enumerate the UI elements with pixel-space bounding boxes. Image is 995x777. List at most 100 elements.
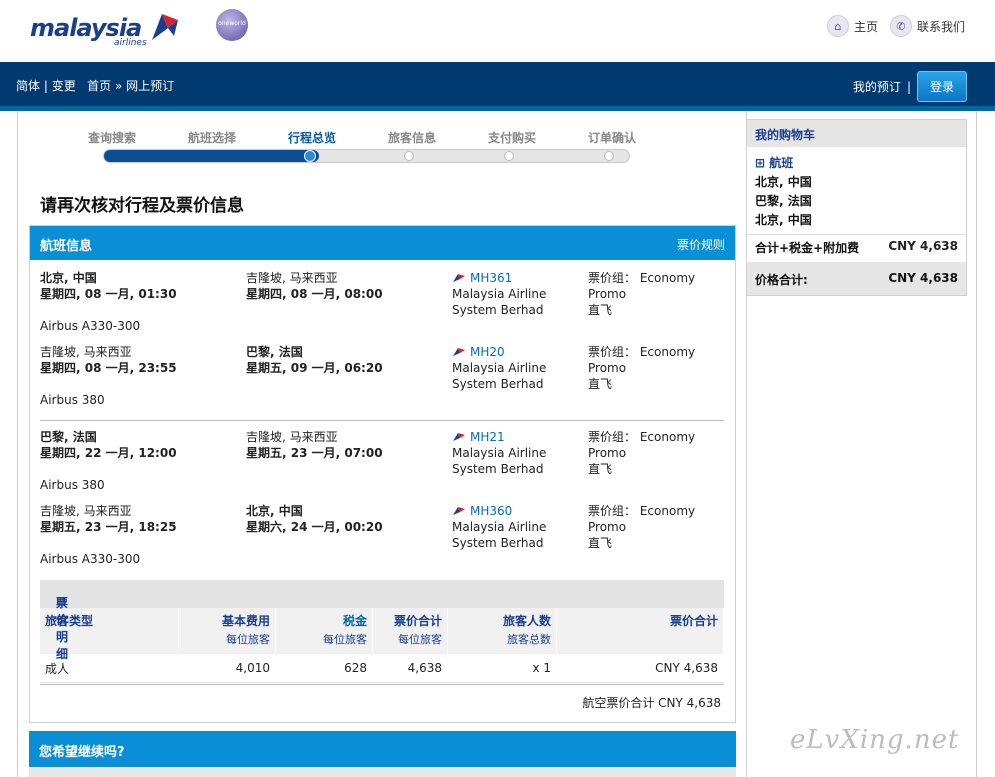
contact-link-label: 联系我们 (916, 19, 965, 34)
flight-info-panel: 航班信息 票价规则 北京, 中国 星期四, 08 一月, 01:30 吉隆坡, … (29, 225, 736, 723)
cart-city: 北京, 中国 (755, 213, 812, 227)
cart-city: 北京, 中国 (755, 175, 812, 189)
direct-flight-label: 直飞 (588, 462, 613, 476)
oneworld-text: oneworld (218, 20, 246, 27)
flight-info-title: 航班信息 (40, 239, 93, 254)
tax-link[interactable]: 税金 (343, 614, 367, 628)
table-row: 成人 4,010 628 4,638 x 1 CNY 4,638 (40, 654, 724, 683)
segment-departure: 北京, 中国 星期四, 08 一月, 01:30 (40, 270, 177, 302)
malaysia-airlines-logo[interactable]: malaysia airlines (30, 10, 182, 50)
cell-fare-total: 4,638 (372, 654, 448, 683)
step-payment: 支付购买 (488, 131, 537, 145)
aircraft-type: Airbus A330-300 (40, 552, 141, 566)
airline-name: Malaysia Airline (452, 361, 547, 375)
departure-city: 吉隆坡, 马来西亚 (40, 504, 132, 518)
airline-name: Malaysia Airline (452, 520, 547, 534)
shopping-cart: 我的购物车 ⊞ 航班 北京, 中国 巴黎, 法国 北京, 中国 合计+税金+附加… (746, 119, 967, 296)
segment-arrival: 北京, 中国 星期六, 24 一月, 00:20 (246, 503, 383, 535)
home-icon: ⌂ (826, 15, 849, 37)
segment-arrival: 巴黎, 法国 星期五, 09 一月, 06:20 (246, 344, 383, 376)
continue-section-header: 您希望继续吗? (29, 731, 736, 767)
step-dot-active (304, 150, 316, 162)
step-dot (404, 151, 414, 161)
fare-group-label: 票价组： (588, 345, 637, 359)
main-content: 查询搜索 航班选择 行程总览 旅客信息 支付购买 订单确认 请再次核对行程及票价… (17, 111, 747, 777)
price-detail-title: 票价明细 (56, 596, 69, 661)
change-language-link[interactable]: 变更 (52, 79, 76, 93)
fare-class: Economy (639, 271, 696, 285)
col-sublabel: 每位旅客 (323, 633, 367, 646)
fare-group-block: 票价组： Economy Promo 直飞 (588, 344, 695, 392)
cart-header: 我的购物车 (747, 120, 966, 147)
arrival-time: 星期四, 08 一月, 08:00 (246, 287, 383, 301)
aircraft-type: Airbus 380 (40, 393, 105, 407)
step-dot (504, 151, 514, 161)
continue-section-body (29, 767, 736, 777)
arrival-city: 吉隆坡, 马来西亚 (246, 271, 338, 285)
direct-flight-label: 直飞 (588, 377, 613, 391)
arrival-time: 星期五, 23 一月, 07:00 (246, 446, 383, 460)
fare-type: Promo (588, 287, 627, 301)
fare-group-label: 票价组： (588, 271, 637, 285)
flight-number-link[interactable]: MH20 (470, 345, 505, 359)
col-sublabel: 旅客总数 (507, 633, 551, 646)
step-passenger-info: 旅客信息 (388, 131, 437, 145)
expand-icon[interactable]: ⊞ (755, 156, 765, 170)
mh-kite-icon (453, 348, 465, 356)
cell-grand-total: CNY 4,638 (556, 654, 724, 683)
kite-logo-icon (152, 14, 178, 40)
cart-divider (747, 234, 966, 235)
site-header: malaysia airlines oneworld ⌂ 主页 ✆ 联系我们 (0, 0, 995, 62)
price-detail-header[interactable]: ⊟ 票价明细 (40, 580, 724, 661)
airline-name-2: System Berhad (452, 536, 544, 550)
fare-rules-link[interactable]: 票价规则 (677, 236, 725, 253)
top-links: ⌂ 主页 ✆ 联系我们 (826, 15, 965, 37)
col-label: 旅客类型 (45, 614, 94, 628)
phone-icon: ✆ (889, 15, 912, 37)
fare-type: Promo (588, 446, 627, 460)
col-passenger-count: 旅客人数 旅客总数 (447, 608, 557, 654)
my-booking-link[interactable]: 我的预订 (853, 78, 901, 95)
cart-section-label: 航班 (769, 156, 794, 170)
departure-time: 星期四, 08 一月, 23:55 (40, 361, 177, 375)
col-tax: 税金每位旅客 (275, 608, 373, 654)
departure-city: 巴黎, 法国 (40, 430, 97, 444)
airline-name: Malaysia Airline (452, 287, 547, 301)
cart-city: 巴黎, 法国 (755, 194, 812, 208)
fare-table-header: 旅客类型 基本费用 每位旅客 税金 每位旅客 票价合计 每位旅客 旅客人数 旅客总数 票… (40, 608, 724, 654)
home-link[interactable]: ⌂ 主页 (826, 15, 878, 37)
oneworld-badge[interactable]: oneworld (216, 9, 248, 41)
col-fare-total: 票价合计 每位旅客 (372, 608, 448, 654)
progress-fill (104, 150, 319, 162)
fare-table: 旅客类型 基本费用 每位旅客 税金 每位旅客 票价合计 每位旅客 旅客人数 旅客总数 票… (40, 608, 724, 683)
mh-kite-icon (453, 433, 465, 441)
login-button[interactable]: 登录 (916, 71, 967, 102)
nav-separator: | (906, 79, 911, 94)
home-link-label: 主页 (853, 19, 878, 34)
breadcrumb-home-link[interactable]: 首页 (87, 79, 111, 93)
step-itinerary-overview: 行程总览 (288, 131, 337, 145)
departure-time: 星期四, 08 一月, 01:30 (40, 287, 177, 301)
segment-arrival: 吉隆坡, 马来西亚 星期四, 08 一月, 08:00 (246, 270, 383, 302)
flight-info-header: 航班信息 票价规则 (30, 226, 735, 260)
flight-number-link[interactable]: MH361 (470, 271, 512, 285)
segment-departure: 吉隆坡, 马来西亚 星期五, 23 一月, 18:25 (40, 503, 177, 535)
contact-link[interactable]: ✆ 联系我们 (889, 15, 965, 37)
flight-number-link[interactable]: MH360 (470, 504, 512, 518)
col-label: 票价合计 (669, 614, 718, 628)
flight-number-block: MH361 Malaysia Airline System Berhad (452, 270, 546, 318)
flight-number-link[interactable]: MH21 (470, 430, 505, 444)
segment-departure: 吉隆坡, 马来西亚 星期四, 08 一月, 23:55 (40, 344, 177, 376)
airline-name: Malaysia Airline (452, 446, 547, 460)
col-sublabel: 每位旅客 (226, 633, 270, 646)
airfare-grand-total: 航空票价合计 CNY 4,638 (582, 696, 721, 710)
airline-name-2: System Berhad (452, 377, 544, 391)
flight-number-block: MH21 Malaysia Airline System Berhad (452, 429, 546, 477)
arrival-city: 北京, 中国 (246, 504, 303, 518)
progress-steps: 查询搜索 航班选择 行程总览 旅客信息 支付购买 订单确认 (88, 129, 648, 169)
watermark: eLvXing.net (790, 725, 960, 755)
cart-sum-value: CNY 4,638 (888, 239, 958, 253)
step-flight-select: 航班选择 (188, 131, 237, 145)
cart-flight-toggle[interactable]: ⊞ 航班 (755, 154, 793, 171)
aircraft-type: Airbus A330-300 (40, 319, 141, 333)
